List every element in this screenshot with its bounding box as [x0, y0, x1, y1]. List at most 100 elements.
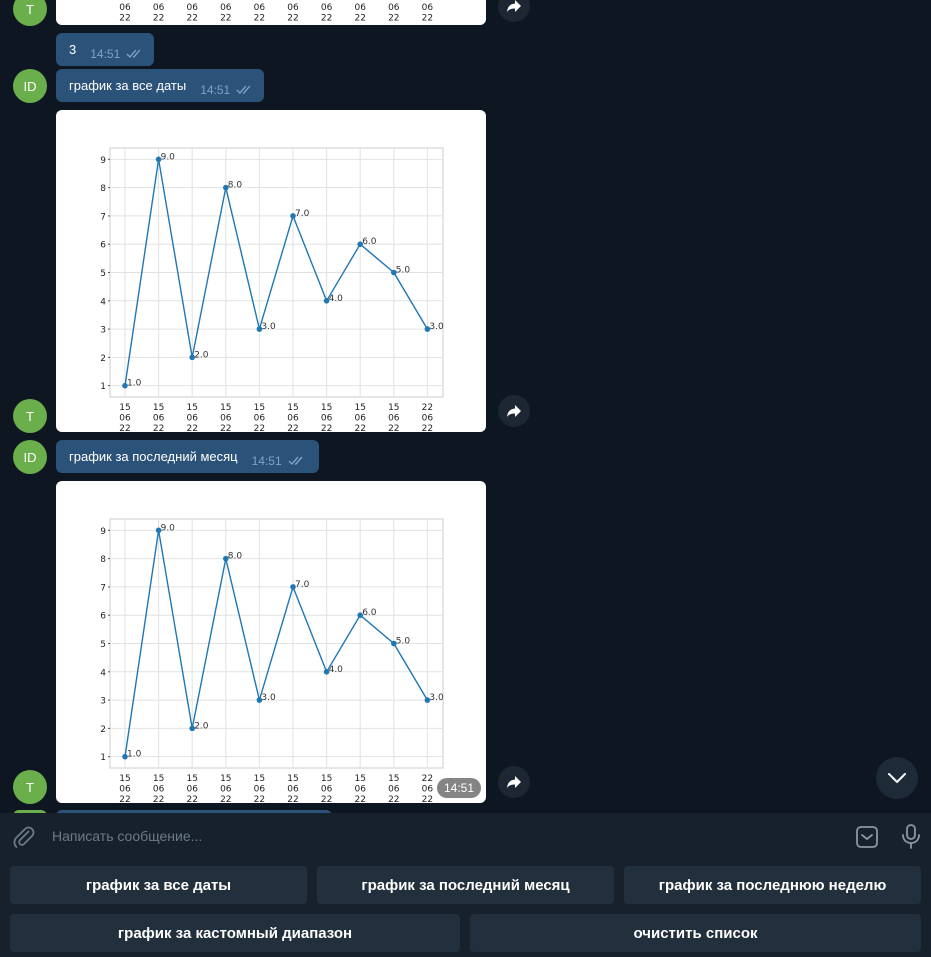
y-tick-label: 7 [100, 212, 106, 222]
x-tick-label: 06 22 [388, 3, 400, 24]
data-label: 3.0 [429, 322, 444, 332]
x-tick-label: 15 06 22 [254, 774, 266, 803]
forward-button[interactable] [498, 0, 530, 22]
x-tick-label: 15 06 22 [153, 774, 165, 803]
y-tick-label: 6 [100, 612, 106, 622]
x-tick-label: 06 22 [287, 3, 299, 24]
data-label: 5.0 [396, 637, 411, 647]
x-tick-label: 22 06 22 [422, 403, 434, 432]
x-tick-label: 06 22 [220, 3, 232, 24]
x-tick-label: 06 22 [254, 3, 266, 24]
microphone-icon[interactable] [900, 824, 922, 850]
forward-icon [507, 405, 521, 417]
photo-message-partial[interactable]: 06 22 06 22 06 22 06 22 06 22 06 22 06 22 06 22 06 22 06 22 [56, 0, 486, 25]
x-tick-label: 15 06 22 [119, 774, 131, 803]
data-label: 6.0 [362, 608, 377, 618]
data-label: 4.0 [329, 294, 344, 304]
forward-icon [507, 0, 521, 12]
y-tick-label: 7 [100, 583, 106, 593]
photo-message[interactable]: 1 2 3 4 5 6 7 8 9 15 06 22 15 06 22 15 06 22 15 06 22 15 06 22 1… [56, 481, 486, 803]
chevron-down-icon [888, 773, 906, 783]
data-label: 3.0 [261, 693, 276, 703]
message-bubble[interactable]: график за все даты 14:51 [56, 69, 264, 102]
data-label: 7.0 [295, 209, 310, 219]
message-text: 3 [69, 42, 77, 57]
data-label: 1.0 [127, 379, 142, 389]
x-tick-label: 15 06 22 [321, 403, 333, 432]
x-tick-label: 15 06 22 [186, 774, 198, 803]
data-label: 5.0 [396, 266, 411, 276]
message-time: 14:51 [251, 454, 282, 468]
scroll-down-button[interactable] [876, 757, 918, 799]
message-time: 14:51 [90, 47, 121, 61]
x-tick-label: 15 06 22 [388, 774, 400, 803]
x-tick-label: 15 06 22 [220, 403, 232, 432]
y-tick-label: 2 [100, 354, 106, 364]
x-tick-label: 15 06 22 [119, 403, 131, 432]
line-chart: 1 2 3 4 5 6 7 8 9 15 06 22 15 06 22 15 06 22 15 06 22 15 06 22 1… [100, 518, 444, 803]
message-text: график за все даты [69, 78, 187, 93]
photo-message[interactable]: 1 2 3 4 5 6 7 8 9 15 06 22 15 06 22 15 06 22 15 06 22 15 06 22 1… [56, 110, 486, 432]
forward-icon [507, 776, 521, 788]
x-tick-label: 15 06 22 [321, 774, 333, 803]
x-tick-label: 06 22 [321, 3, 333, 24]
bot-avatar[interactable]: T [13, 399, 47, 433]
message-bubble[interactable]: 3 14:51 [56, 33, 154, 66]
photo-time: 14:51 [436, 778, 481, 798]
bot-reply-keyboard: график за все даты график за последний м… [0, 859, 931, 957]
y-tick-label: 3 [100, 326, 106, 336]
data-label: 1.0 [127, 750, 142, 760]
x-tick-label: 15 06 22 [220, 774, 232, 803]
data-label: 6.0 [362, 237, 377, 247]
y-tick-label: 2 [100, 725, 106, 735]
keyboard-button-last-week[interactable]: график за последнюю неделю [624, 866, 921, 904]
x-tick-label: 22 06 22 [422, 774, 434, 803]
y-tick-label: 8 [100, 555, 106, 565]
data-label: 8.0 [228, 552, 243, 562]
partial-chart-ticks: 06 22 06 22 06 22 06 22 06 22 06 22 06 22 06 22 06 22 06 22 [119, 3, 433, 24]
x-tick-label: 15 06 22 [254, 403, 266, 432]
x-tick-label: 15 06 22 [186, 403, 198, 432]
user-avatar[interactable]: ID [13, 440, 47, 474]
x-tick-label: 06 22 [119, 3, 131, 24]
data-label: 3.0 [429, 693, 444, 703]
data-label: 9.0 [161, 152, 176, 162]
message-time: 14:51 [200, 83, 231, 97]
bot-avatar[interactable]: T [13, 0, 47, 26]
user-avatar[interactable]: ID [13, 69, 47, 103]
y-tick-label: 5 [100, 640, 106, 650]
message-input[interactable] [52, 825, 832, 847]
keyboard-button-all-dates[interactable]: график за все даты [10, 866, 307, 904]
x-tick-label: 06 22 [153, 3, 165, 24]
chat-history[interactable]: 06 22 06 22 06 22 06 22 06 22 06 22 06 22 06 22 06 22 06 22… [0, 0, 931, 813]
forward-button[interactable] [498, 766, 530, 798]
double-check-icon [126, 49, 141, 58]
x-tick-label: 15 06 22 [354, 774, 366, 803]
keyboard-button-custom-range[interactable]: график за кастомный диапазон [10, 914, 460, 952]
message-bubble[interactable]: график за последний месяц 14:51 [56, 440, 319, 473]
y-tick-label: 4 [100, 297, 106, 307]
bot-keyboard-icon[interactable] [855, 825, 879, 849]
data-label: 2.0 [194, 350, 209, 360]
y-tick-label: 8 [100, 184, 106, 194]
data-label: 8.0 [228, 181, 243, 191]
forward-button[interactable] [498, 395, 530, 427]
x-tick-label: 06 22 [186, 3, 198, 24]
y-tick-label: 9 [100, 156, 106, 166]
keyboard-button-last-month[interactable]: график за последний месяц [317, 866, 614, 904]
x-tick-label: 15 06 22 [153, 403, 165, 432]
x-tick-label: 15 06 22 [287, 774, 299, 803]
keyboard-button-clear-list[interactable]: очистить список [470, 914, 921, 952]
x-tick-label: 15 06 22 [354, 403, 366, 432]
double-check-icon [288, 456, 303, 466]
y-tick-label: 3 [100, 697, 106, 707]
y-tick-label: 5 [100, 269, 106, 279]
message-input-bar [0, 813, 931, 859]
x-tick-label: 15 06 22 [287, 403, 299, 432]
bot-avatar[interactable]: T [13, 770, 47, 804]
paperclip-icon[interactable] [12, 825, 36, 849]
x-tick-label: 06 22 [354, 3, 366, 24]
x-tick-label: 15 06 22 [388, 403, 400, 432]
data-label: 7.0 [295, 580, 310, 590]
data-label: 9.0 [161, 523, 176, 533]
